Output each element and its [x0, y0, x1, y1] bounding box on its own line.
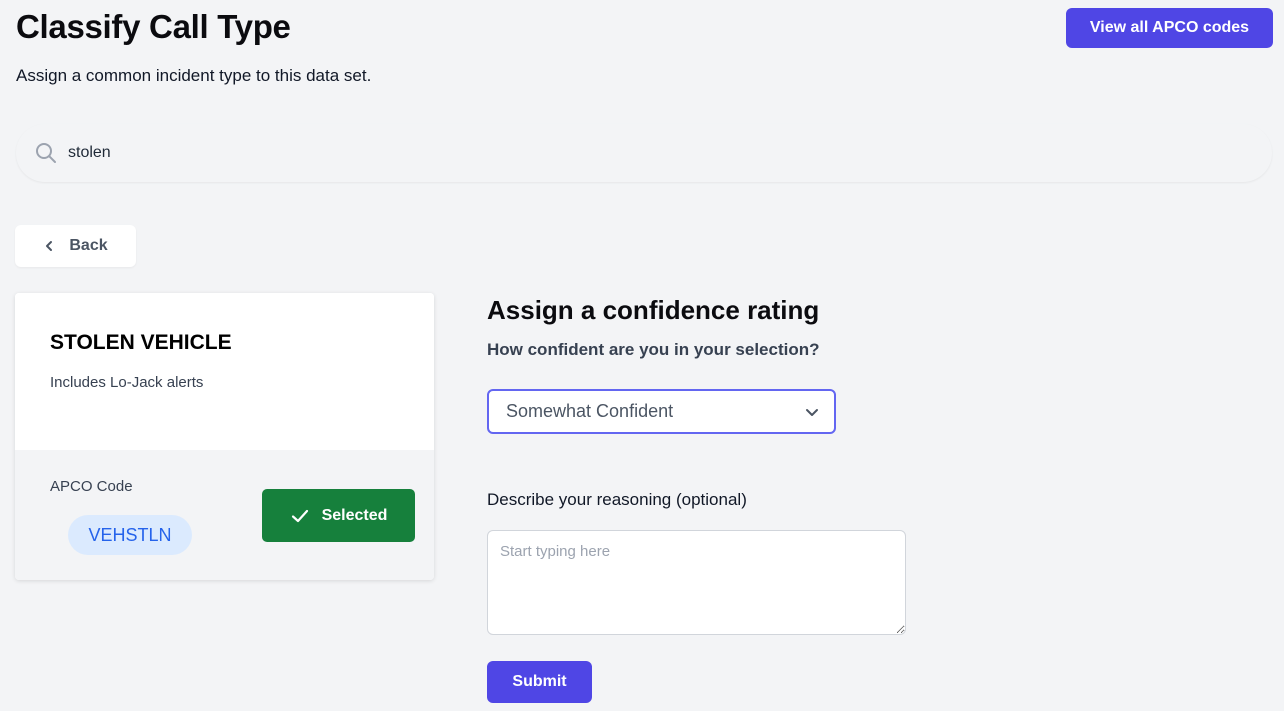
- confidence-select[interactable]: Somewhat Confident: [487, 389, 836, 434]
- view-all-apco-codes-button[interactable]: View all APCO codes: [1066, 8, 1273, 48]
- incident-type-description: Includes Lo-Jack alerts: [50, 374, 204, 391]
- selected-button-label: Selected: [321, 506, 388, 524]
- page-title: Classify Call Type: [16, 8, 291, 45]
- check-icon: [290, 506, 310, 526]
- search-icon: [34, 141, 58, 165]
- back-button[interactable]: Back: [15, 225, 136, 267]
- incident-type-card: STOLEN VEHICLE Includes Lo-Jack alerts A…: [15, 293, 434, 580]
- page-subtitle: Assign a common incident type to this da…: [16, 66, 372, 85]
- incident-type-title: STOLEN VEHICLE: [50, 331, 232, 354]
- reasoning-textarea[interactable]: [487, 530, 906, 635]
- apco-code-label: APCO Code: [50, 478, 133, 495]
- chevron-left-icon: [43, 240, 55, 252]
- back-button-label: Back: [69, 237, 108, 254]
- apco-code-badge: VEHSTLN: [68, 515, 192, 555]
- confidence-question: How confident are you in your selection?: [487, 340, 820, 359]
- classify-call-type-page: Classify Call Type Assign a common incid…: [0, 0, 1284, 711]
- chevron-down-icon: [804, 404, 820, 420]
- submit-button[interactable]: Submit: [487, 661, 592, 703]
- confidence-heading: Assign a confidence rating: [487, 295, 820, 325]
- card-footer: APCO Code VEHSTLN Selected: [15, 450, 434, 580]
- confidence-select-value: Somewhat Confident: [506, 401, 674, 421]
- card-header: STOLEN VEHICLE Includes Lo-Jack alerts: [15, 293, 434, 450]
- selected-button[interactable]: Selected: [262, 489, 415, 542]
- reasoning-label: Describe your reasoning (optional): [487, 490, 747, 509]
- search-input[interactable]: [68, 144, 1168, 162]
- search-bar[interactable]: [16, 124, 1272, 182]
